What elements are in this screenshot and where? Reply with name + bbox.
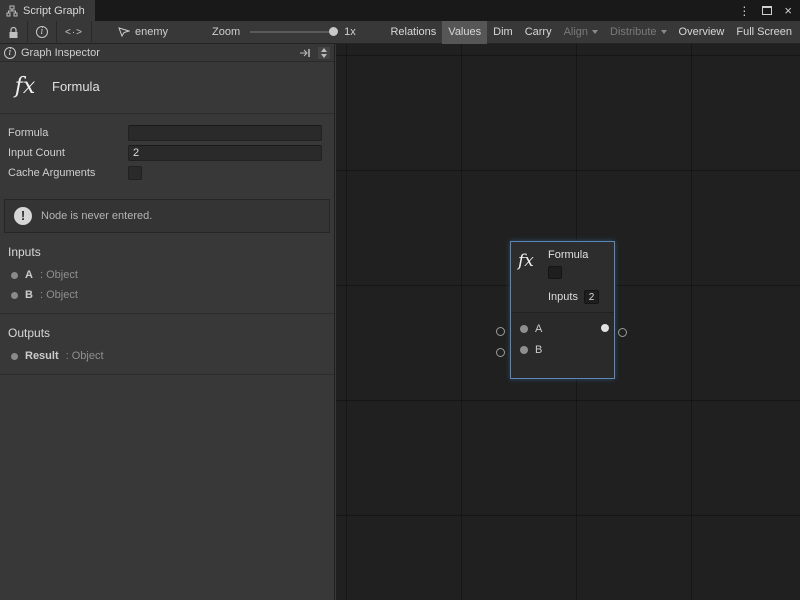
input-count-label: Input Count	[8, 147, 128, 159]
warning-icon: !	[14, 207, 32, 225]
distribute-dropdown[interactable]: Distribute	[604, 21, 672, 44]
scroll-up-icon	[321, 48, 327, 52]
output-port-result[interactable]	[601, 324, 609, 332]
dim-button[interactable]: Dim	[487, 21, 519, 44]
connection-stub-input-a[interactable]	[496, 327, 505, 336]
section-divider	[0, 374, 334, 375]
node-formula-input[interactable]	[548, 266, 562, 279]
zoom-label: Zoom	[212, 26, 240, 38]
inspector-fields: Formula Input Count Cache Arguments	[0, 114, 334, 187]
zoom-slider[interactable]	[250, 31, 334, 33]
close-icon[interactable]: ×	[784, 4, 792, 17]
node-title: Formula	[548, 249, 608, 261]
relations-button[interactable]: Relations	[384, 21, 442, 44]
scroll-stepper[interactable]	[318, 47, 330, 59]
chevron-down-icon	[592, 30, 598, 34]
connection-stub-output-result[interactable]	[618, 328, 627, 337]
toolbar-buttons: Relations Values Dim Carry Align Distrib…	[384, 21, 800, 44]
node-inputs-row: Inputs 2	[548, 290, 608, 304]
input-port-b[interactable]	[520, 346, 528, 354]
node-port-row-a: A	[511, 318, 614, 339]
node-inputs-count[interactable]: 2	[584, 290, 599, 304]
target-label: enemy	[135, 26, 168, 38]
kebab-menu-icon[interactable]: ⋮	[738, 4, 750, 18]
graph-canvas[interactable]: fx Formula Inputs 2 A B	[336, 44, 800, 600]
outputs-section-header: Outputs	[0, 314, 334, 346]
tab-label: Script Graph	[23, 5, 85, 17]
info-icon: i	[36, 26, 48, 38]
code-icon: <·>	[65, 27, 83, 38]
graph-inspector-title: Graph Inspector	[21, 47, 100, 59]
node-port-row-b: B	[511, 339, 614, 360]
code-view-button[interactable]: <·>	[57, 21, 91, 44]
output-port-row-result[interactable]: Result : Object	[0, 346, 334, 366]
values-button[interactable]: Values	[442, 21, 487, 44]
window-controls: ⋮ ×	[738, 0, 800, 21]
node-inputs-label: Inputs	[548, 291, 578, 303]
script-graph-icon	[6, 5, 18, 17]
zoom-value: 1x	[344, 26, 356, 38]
window-tab-bar: Script Graph ⋮ ×	[0, 0, 800, 21]
zoom-slider-handle[interactable]	[329, 27, 338, 36]
maximize-icon[interactable]	[762, 6, 772, 15]
input-count-field-row: Input Count	[8, 143, 322, 163]
info-icon: i	[4, 47, 16, 59]
port-dot-icon	[11, 272, 18, 279]
input-count-input[interactable]	[128, 145, 322, 161]
align-dropdown[interactable]: Align	[558, 21, 604, 44]
lock-button[interactable]	[0, 21, 27, 44]
port-dot-icon	[11, 353, 18, 360]
input-port-row-a[interactable]: A : Object	[0, 265, 334, 285]
inputs-section-header: Inputs	[0, 233, 334, 265]
overview-button[interactable]: Overview	[673, 21, 731, 44]
cache-arguments-field-row: Cache Arguments	[8, 163, 322, 183]
fx-icon: fx	[10, 74, 40, 99]
formula-input[interactable]	[128, 125, 322, 141]
warning-text: Node is never entered.	[41, 210, 152, 222]
fullscreen-button[interactable]: Full Screen	[730, 21, 798, 44]
scroll-down-icon	[321, 54, 327, 58]
graph-target[interactable]: enemy	[118, 26, 168, 38]
node-title-section: fx Formula	[0, 62, 334, 114]
tab-script-graph[interactable]: Script Graph	[0, 0, 95, 21]
cache-arguments-checkbox[interactable]	[128, 166, 142, 180]
dock-icon[interactable]	[298, 48, 312, 58]
fx-icon: fx	[518, 249, 548, 304]
info-button[interactable]: i	[28, 21, 56, 44]
warning-banner: ! Node is never entered.	[4, 199, 330, 233]
inspected-node-title: Formula	[52, 79, 100, 94]
port-dot-icon	[11, 292, 18, 299]
inspector-header-controls	[298, 47, 330, 59]
formula-node-header[interactable]: fx Formula Inputs 2	[511, 242, 614, 312]
graph-toolbar: i <·> enemy Zoom 1x Relations Values Dim…	[0, 21, 800, 44]
pointer-icon	[118, 27, 130, 37]
connection-stub-input-b[interactable]	[496, 348, 505, 357]
graph-inspector-panel: i Graph Inspector fx Formula Formula Inp…	[0, 44, 335, 600]
formula-field-label: Formula	[8, 127, 128, 139]
input-port-a[interactable]	[520, 325, 528, 333]
formula-node[interactable]: fx Formula Inputs 2 A B	[510, 241, 615, 379]
toolbar-separator	[91, 21, 92, 44]
input-port-row-b[interactable]: B : Object	[0, 285, 334, 305]
lock-icon	[8, 26, 19, 39]
formula-field-row: Formula	[8, 123, 322, 143]
carry-button[interactable]: Carry	[519, 21, 558, 44]
graph-inspector-header: i Graph Inspector	[0, 44, 334, 62]
cache-arguments-label: Cache Arguments	[8, 167, 128, 179]
chevron-down-icon	[661, 30, 667, 34]
formula-node-ports: A B	[511, 312, 614, 378]
